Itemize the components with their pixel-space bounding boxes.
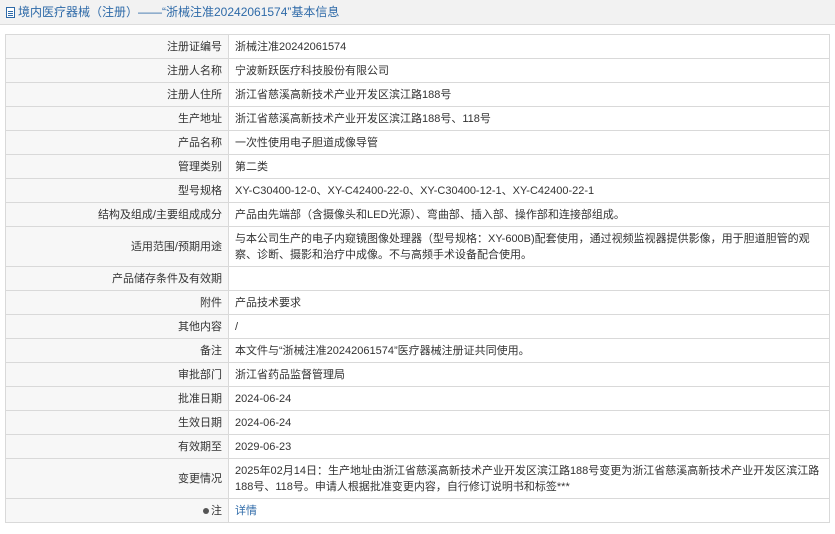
pin-icon: [203, 507, 209, 514]
field-label: 批准日期: [5, 386, 229, 411]
field-label: 结构及组成/主要组成成分: [5, 202, 229, 227]
table-row: 变更情况 2025年02月14日：生产地址由浙江省慈溪高新技术产业开发区滨江路1…: [5, 458, 830, 499]
field-label: 注册证编号: [5, 34, 229, 59]
table-row: 型号规格 XY-C30400-12-0、XY-C42400-22-0、XY-C3…: [5, 178, 830, 203]
table-row: 审批部门 浙江省药品监督管理局: [5, 362, 830, 387]
field-value: 与本公司生产的电子内窥镜图像处理器（型号规格：XY-600B)配套使用，通过视频…: [228, 226, 830, 267]
field-label: 审批部门: [5, 362, 229, 387]
table-row: 适用范围/预期用途 与本公司生产的电子内窥镜图像处理器（型号规格：XY-600B…: [5, 226, 830, 267]
field-value: 第二类: [228, 154, 830, 179]
field-label: 变更情况: [5, 458, 229, 499]
field-value: 一次性使用电子胆道成像导管: [228, 130, 830, 155]
detail-table: 注册证编号 浙械注准20242061574 注册人名称 宁波新跃医疗科技股份有限…: [5, 34, 830, 523]
detail-table-wrap: 注册证编号 浙械注准20242061574 注册人名称 宁波新跃医疗科技股份有限…: [5, 34, 830, 523]
field-value: 浙江省慈溪高新技术产业开发区滨江路188号: [228, 82, 830, 107]
field-value: 产品技术要求: [228, 290, 830, 315]
field-label: 生效日期: [5, 410, 229, 435]
field-value: 本文件与“浙械注准20242061574”医疗器械注册证共同使用。: [228, 338, 830, 363]
table-row: 其他内容 /: [5, 314, 830, 339]
note-label: 注: [211, 504, 222, 517]
table-row: 生产地址 浙江省慈溪高新技术产业开发区滨江路188号、118号: [5, 106, 830, 131]
field-value: 宁波新跃医疗科技股份有限公司: [228, 58, 830, 83]
field-value: 2029-06-23: [228, 434, 830, 459]
table-row: 有效期至 2029-06-23: [5, 434, 830, 459]
field-value: /: [228, 314, 830, 339]
field-value: 浙械注准20242061574: [228, 34, 830, 59]
field-label: 适用范围/预期用途: [5, 226, 229, 267]
table-row: 产品名称 一次性使用电子胆道成像导管: [5, 130, 830, 155]
table-row: 生效日期 2024-06-24: [5, 410, 830, 435]
table-row: 批准日期 2024-06-24: [5, 386, 830, 411]
field-label: 管理类别: [5, 154, 229, 179]
note-value-cell: 详情: [228, 498, 830, 523]
field-label: 备注: [5, 338, 229, 363]
table-row: 管理类别 第二类: [5, 154, 830, 179]
field-label: 附件: [5, 290, 229, 315]
field-label: 有效期至: [5, 434, 229, 459]
document-icon: [6, 6, 15, 18]
field-value: 2025年02月14日：生产地址由浙江省慈溪高新技术产业开发区滨江路188号变更…: [228, 458, 830, 499]
table-row: 注册人住所 浙江省慈溪高新技术产业开发区滨江路188号: [5, 82, 830, 107]
page-title: 境内医疗器械（注册）——“浙械注准20242061574”基本信息: [18, 5, 340, 19]
field-value: [228, 266, 830, 291]
table-row: 备注 本文件与“浙械注准20242061574”医疗器械注册证共同使用。: [5, 338, 830, 363]
table-row: 产品储存条件及有效期: [5, 266, 830, 291]
field-label: 产品名称: [5, 130, 229, 155]
field-label: 型号规格: [5, 178, 229, 203]
table-row: 结构及组成/主要组成成分 产品由先端部（含摄像头和LED光源）、弯曲部、插入部、…: [5, 202, 830, 227]
table-row: 注册人名称 宁波新跃医疗科技股份有限公司: [5, 58, 830, 83]
field-label: 其他内容: [5, 314, 229, 339]
details-link[interactable]: 详情: [235, 505, 257, 517]
field-label: 产品储存条件及有效期: [5, 266, 229, 291]
field-value: XY-C30400-12-0、XY-C42400-22-0、XY-C30400-…: [228, 178, 830, 203]
field-label: 生产地址: [5, 106, 229, 131]
field-label: 注册人住所: [5, 82, 229, 107]
field-value: 2024-06-24: [228, 386, 830, 411]
field-value: 产品由先端部（含摄像头和LED光源）、弯曲部、插入部、操作部和连接部组成。: [228, 202, 830, 227]
page-header: 境内医疗器械（注册）——“浙械注准20242061574”基本信息: [0, 0, 835, 25]
field-value: 浙江省药品监督管理局: [228, 362, 830, 387]
field-value: 浙江省慈溪高新技术产业开发区滨江路188号、118号: [228, 106, 830, 131]
note-label-cell: 注: [5, 498, 229, 523]
table-row: 注册证编号 浙械注准20242061574: [5, 34, 830, 59]
field-label: 注册人名称: [5, 58, 229, 83]
note-row: 注 详情: [5, 498, 830, 523]
table-row: 附件 产品技术要求: [5, 290, 830, 315]
field-value: 2024-06-24: [228, 410, 830, 435]
